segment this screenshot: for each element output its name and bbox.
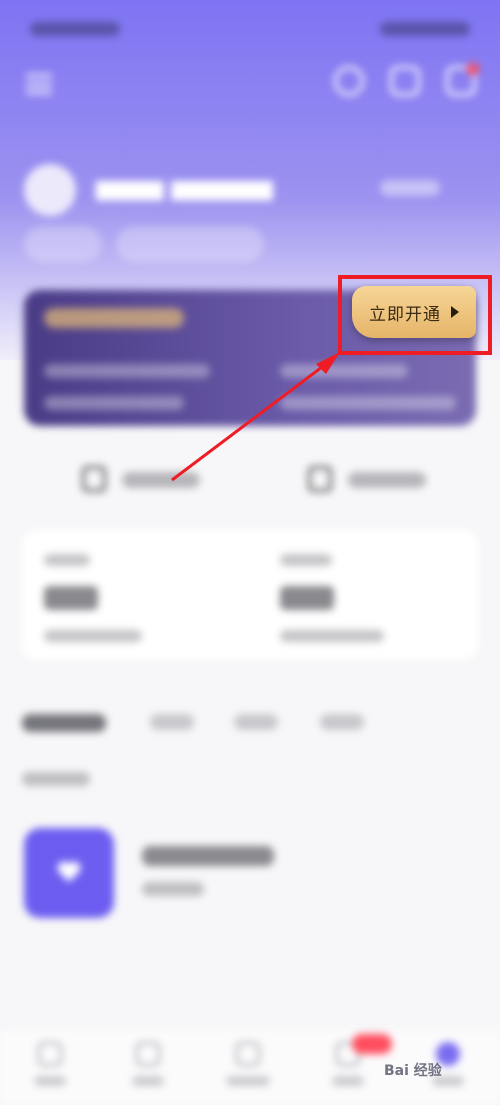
- vip-title: [44, 308, 184, 328]
- avatar[interactable]: [24, 164, 76, 216]
- tab-item[interactable]: [320, 714, 364, 730]
- bottom-nav-label: [226, 1076, 270, 1086]
- nav-right-icons: [334, 63, 479, 102]
- playlist-title: [142, 846, 274, 866]
- stat-value: [280, 586, 334, 610]
- diamond-icon: [308, 466, 332, 492]
- message-icon[interactable]: [390, 66, 420, 96]
- stat-title: [44, 554, 90, 566]
- bottom-nav-label: [34, 1076, 66, 1086]
- download-icon: [82, 466, 106, 492]
- music-icon: [236, 1042, 260, 1066]
- bottom-nav-item-3[interactable]: [218, 1042, 278, 1100]
- tab-active[interactable]: [22, 714, 106, 732]
- username: ▆▆▆▆ ▆▆▆▆▆▆: [96, 176, 273, 201]
- status-time: [30, 22, 120, 36]
- quick-actions: [0, 452, 500, 508]
- tab-item[interactable]: [234, 714, 278, 730]
- home-icon: [38, 1042, 62, 1066]
- search-icon[interactable]: [334, 66, 364, 96]
- stat-title: [280, 554, 332, 566]
- heart-icon: [57, 861, 81, 882]
- quick-action-left[interactable]: [82, 466, 202, 494]
- playlist-item[interactable]: [24, 828, 476, 920]
- stat-card-right[interactable]: [258, 530, 486, 660]
- playlist-cover: [24, 828, 114, 918]
- stat-value: [44, 586, 98, 610]
- quick-action-label: [122, 472, 200, 488]
- bell-icon[interactable]: [446, 63, 479, 96]
- bottom-nav-label: [332, 1076, 364, 1086]
- stat-card-left[interactable]: [22, 530, 250, 660]
- vip-benefit-row: [44, 396, 184, 410]
- bottom-nav-item-1[interactable]: [20, 1042, 80, 1100]
- vip-benefit-row: [280, 396, 456, 410]
- menu-icon[interactable]: [26, 74, 52, 94]
- section-label: [22, 772, 90, 786]
- playlist-subtitle: [142, 882, 204, 896]
- bottom-nav-item-2[interactable]: [118, 1042, 178, 1100]
- stat-caption: [280, 630, 384, 642]
- top-nav: [24, 63, 479, 102]
- status-icons: [380, 22, 470, 36]
- profile-link[interactable]: [380, 180, 440, 196]
- vip-benefit-row: [280, 364, 408, 378]
- highlight-box: [338, 275, 492, 355]
- status-bar: [30, 22, 470, 40]
- stat-caption: [44, 630, 142, 642]
- video-icon: [136, 1042, 160, 1066]
- info-tag[interactable]: [116, 226, 264, 262]
- content-tabs: [22, 706, 478, 736]
- watermark: Bai 经验: [384, 1063, 442, 1079]
- tab-item[interactable]: [150, 714, 194, 730]
- section-header: [22, 770, 478, 790]
- quick-action-label: [348, 472, 426, 488]
- bottom-nav-label: [132, 1076, 164, 1086]
- stats-panel: [22, 530, 478, 660]
- vip-benefit-row: [44, 364, 210, 378]
- quick-action-right[interactable]: [308, 466, 428, 494]
- profile-tags: [24, 226, 264, 262]
- profile-header[interactable]: ▆▆▆▆ ▆▆▆▆▆▆: [24, 160, 476, 220]
- notification-dot: [467, 63, 479, 75]
- level-tag[interactable]: [24, 226, 102, 262]
- bottom-nav-badge: [352, 1034, 392, 1054]
